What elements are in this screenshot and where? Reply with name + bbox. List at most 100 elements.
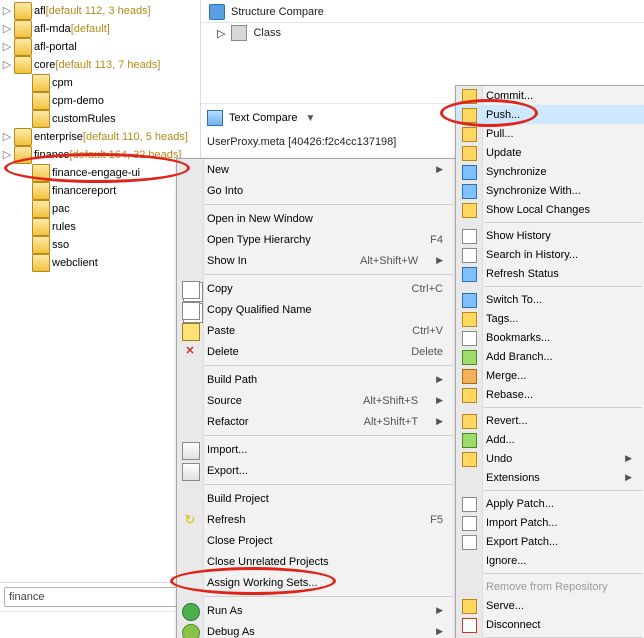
tree-item[interactable]: sso (0, 236, 200, 254)
tree-item[interactable]: cpm-demo (0, 92, 200, 110)
submenu-item-icon (462, 331, 477, 346)
submenu-item[interactable]: Undo▶ (456, 449, 644, 468)
structure-compare-title: Structure Compare (231, 6, 324, 18)
team-submenu[interactable]: Commit...Push...Pull...UpdateSynchronize… (455, 85, 644, 638)
expand-icon[interactable]: ▷ (0, 146, 14, 164)
submenu-item[interactable]: Import Patch... (456, 513, 644, 532)
menu-item[interactable]: Build Project (177, 488, 455, 509)
tree-item-label: cpm (52, 77, 73, 89)
submenu-item[interactable]: Merge... (456, 366, 644, 385)
submenu-item[interactable]: Refresh Status (456, 264, 644, 283)
tree-item-label: pac (52, 203, 70, 215)
tree-item[interactable]: rules (0, 218, 200, 236)
tree-item[interactable]: customRules (0, 110, 200, 128)
submenu-item[interactable]: Push... (456, 105, 644, 124)
submenu-arrow-icon: ▶ (436, 626, 443, 637)
tree-item-decor: [default 112, 3 heads] (46, 5, 151, 17)
expand-icon[interactable]: ▷ (0, 128, 14, 146)
tree-item[interactable]: financereport (0, 182, 200, 200)
menu-item[interactable]: SourceAlt+Shift+S▶ (177, 390, 455, 411)
mi-import-icon (182, 463, 200, 481)
context-menu[interactable]: New▶Go Into Open in New WindowOpen Type H… (176, 158, 456, 638)
submenu-arrow-icon: ▶ (436, 374, 443, 385)
submenu-item[interactable]: Serve... (456, 596, 644, 615)
submenu-item[interactable]: Bookmarks... (456, 328, 644, 347)
tree-item[interactable]: ▷finance [default 164, 32 heads] (0, 146, 200, 164)
submenu-arrow-icon: ▶ (436, 255, 443, 266)
submenu-item[interactable]: Synchronize (456, 162, 644, 181)
menu-item[interactable]: Close Unrelated Projects (177, 551, 455, 572)
submenu-item[interactable]: Rebase... (456, 385, 644, 404)
submenu-item[interactable]: Update (456, 143, 644, 162)
submenu-item[interactable]: Tags... (456, 309, 644, 328)
tree-blank-strip (0, 611, 200, 638)
tree-item[interactable]: cpm (0, 74, 200, 92)
submenu-item[interactable]: Ignore... (456, 551, 644, 570)
tree-item[interactable]: pac (0, 200, 200, 218)
dropdown-arrow-icon[interactable]: ▼ (305, 113, 315, 124)
submenu-item-icon (462, 618, 477, 633)
submenu-item[interactable]: Disconnect (456, 615, 644, 634)
menu-item[interactable]: Copy Qualified Name (177, 299, 455, 320)
menu-item[interactable]: Run As▶ (177, 600, 455, 621)
submenu-item[interactable]: Revert... (456, 411, 644, 430)
menu-separator (205, 484, 453, 485)
submenu-item[interactable]: Synchronize With... (456, 181, 644, 200)
submenu-item[interactable]: Apply Patch... (456, 494, 644, 513)
menu-item[interactable]: New▶ (177, 159, 455, 180)
menu-item[interactable]: Assign Working Sets... (177, 572, 455, 593)
menu-item[interactable]: Build Path ▶ (177, 369, 455, 390)
submenu-item[interactable]: Switch To... (456, 290, 644, 309)
menu-item-accel: Alt+Shift+W (360, 255, 418, 267)
menu-item[interactable]: ↻RefreshF5 (177, 509, 455, 530)
menu-item[interactable]: Go Into (177, 180, 455, 201)
tree-item[interactable]: ▷core [default 113, 7 heads] (0, 56, 200, 74)
submenu-item-label: Extensions (486, 472, 607, 484)
folder-icon (14, 146, 32, 164)
submenu-item[interactable]: Extensions▶ (456, 468, 644, 487)
submenu-item-icon (462, 599, 477, 614)
menu-item[interactable]: RefactorAlt+Shift+T▶ (177, 411, 455, 432)
submenu-item[interactable]: Add Branch... (456, 347, 644, 366)
menu-item[interactable]: Open Type HierarchyF4 (177, 229, 455, 250)
expand-icon[interactable]: ▷ (0, 20, 14, 38)
submenu-item[interactable]: Show Local Changes (456, 200, 644, 219)
menu-item[interactable]: PasteCtrl+V (177, 320, 455, 341)
menu-item[interactable]: Import... (177, 439, 455, 460)
submenu-item[interactable]: Add... (456, 430, 644, 449)
folder-icon (32, 182, 50, 200)
expand-icon[interactable]: ▷ (0, 56, 14, 74)
project-explorer[interactable]: ▷afl [default 112, 3 heads]▷afl-mda [def… (0, 0, 201, 588)
menu-separator (484, 222, 642, 223)
menu-item[interactable]: Open in New Window (177, 208, 455, 229)
submenu-item-label: Export Patch... (486, 536, 632, 548)
structure-compare-item[interactable]: ▷ Class (201, 23, 644, 47)
menu-item-label: Copy (207, 283, 388, 295)
tree-item[interactable]: finance-engage-ui (0, 164, 200, 182)
menu-item[interactable]: ✕DeleteDelete (177, 341, 455, 362)
expand-icon[interactable]: ▷ (0, 38, 14, 56)
tree-item[interactable]: ▷afl [default 112, 3 heads] (0, 2, 200, 20)
menu-item[interactable]: Debug As▶ (177, 621, 455, 638)
menu-item-label: Run As (207, 605, 418, 617)
filter-input[interactable]: finance (4, 587, 198, 607)
menu-item-label: Build Path (207, 374, 418, 386)
menu-item[interactable]: Export... (177, 460, 455, 481)
menu-item[interactable]: Close Project (177, 530, 455, 551)
submenu-item[interactable]: Commit... (456, 86, 644, 105)
submenu-item[interactable]: Pull... (456, 124, 644, 143)
tree-item[interactable]: ▷afl-portal (0, 38, 200, 56)
tree-item[interactable]: ▷afl-mda [default] (0, 20, 200, 38)
menu-separator (205, 596, 453, 597)
submenu-item: Remove from Repository (456, 577, 644, 596)
submenu-item[interactable]: Export Patch... (456, 532, 644, 551)
submenu-item-label: Disconnect (486, 619, 632, 631)
menu-item[interactable]: CopyCtrl+C (177, 278, 455, 299)
expand-icon[interactable]: ▷ (0, 2, 14, 20)
submenu-item[interactable]: Search in History... (456, 245, 644, 264)
folder-icon (32, 110, 50, 128)
tree-item[interactable]: webclient (0, 254, 200, 272)
tree-item[interactable]: ▷enterprise [default 110, 5 heads] (0, 128, 200, 146)
submenu-item[interactable]: Show History (456, 226, 644, 245)
menu-item[interactable]: Show InAlt+Shift+W▶ (177, 250, 455, 271)
